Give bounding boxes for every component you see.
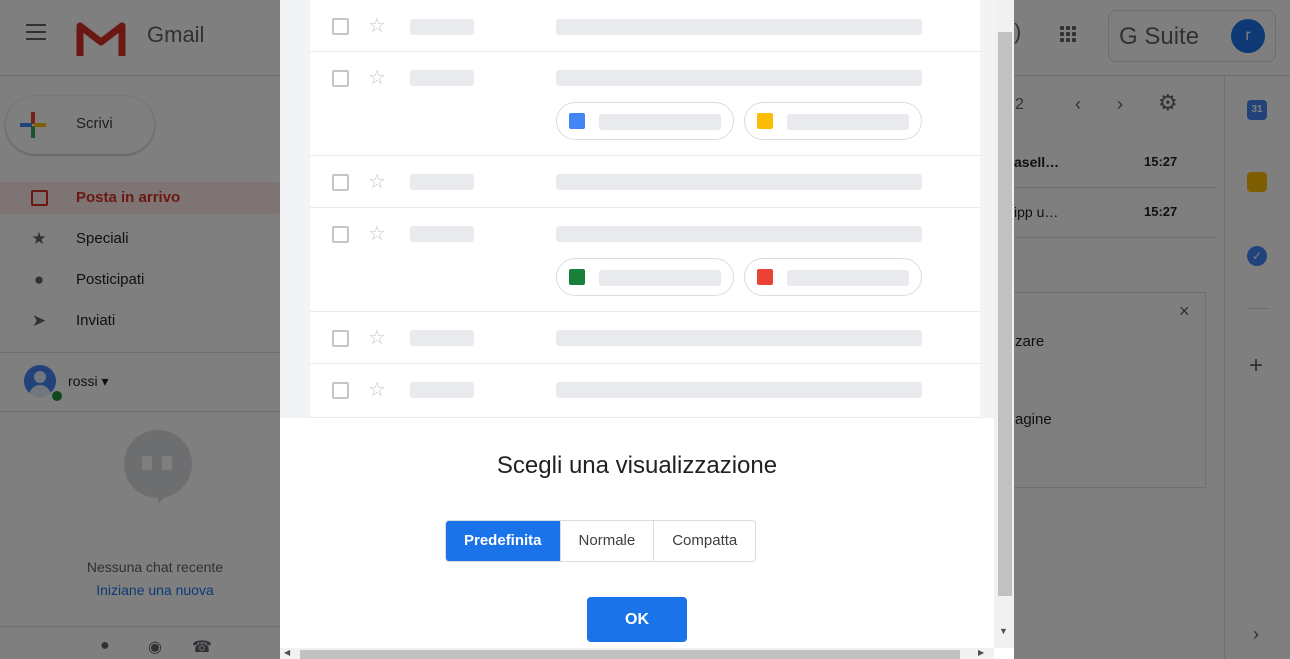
density-compact-button[interactable]: Compatta [654,521,756,561]
scroll-down-arrow-icon[interactable]: ▼ [999,626,1008,636]
vertical-scrollbar[interactable]: ▼ [994,0,1014,648]
placeholder-sender [410,174,474,190]
preview-row: ☆ [310,312,980,364]
attachment-chip [744,102,922,140]
placeholder-subject [556,174,922,190]
placeholder-subject [556,330,922,346]
placeholder-sender [410,382,474,398]
dialog-title: Scegli una visualizzazione [496,452,778,479]
density-preview: ☆ ☆ ☆ ☆ ☆ ☆ [280,0,994,418]
slides-icon [757,113,773,129]
placeholder-filename [787,114,909,130]
ok-button[interactable]: OK [587,597,687,642]
image-icon [757,269,773,285]
placeholder-filename [599,270,721,286]
attachment-chip [556,102,734,140]
horizontal-scroll-thumb[interactable] [300,650,960,659]
star-outline-icon: ☆ [368,327,386,349]
preview-row: ☆ [310,364,980,418]
density-normal-button[interactable]: Normale [560,521,655,561]
horizontal-scrollbar[interactable]: ◀ ▶ [280,648,994,659]
density-default-button[interactable]: Predefinita [446,521,561,561]
placeholder-sender [410,226,474,242]
star-outline-icon: ☆ [368,379,386,401]
vertical-scroll-thumb[interactable] [998,32,1012,596]
checkbox-icon [332,18,349,35]
placeholder-sender [410,330,474,346]
star-outline-icon: ☆ [368,15,386,37]
scroll-right-arrow-icon[interactable]: ▶ [978,648,984,657]
placeholder-subject [556,226,922,242]
star-outline-icon: ☆ [368,171,386,193]
preview-row: ☆ [310,156,980,208]
docs-icon [569,113,585,129]
attachment-chip [556,258,734,296]
checkbox-icon [332,70,349,87]
scroll-left-arrow-icon[interactable]: ◀ [284,648,290,657]
preview-list: ☆ ☆ ☆ ☆ ☆ ☆ [310,0,980,418]
checkbox-icon [332,174,349,191]
placeholder-sender [410,19,474,35]
placeholder-subject [556,382,922,398]
density-dialog: ☆ ☆ ☆ ☆ ☆ ☆ Scegli una visualizzazione P… [280,0,1014,659]
placeholder-subject [556,70,922,86]
placeholder-sender [410,70,474,86]
star-outline-icon: ☆ [368,223,386,245]
placeholder-filename [599,114,721,130]
sheets-icon [569,269,585,285]
attachment-chip [744,258,922,296]
checkbox-icon [332,382,349,399]
checkbox-icon [332,330,349,347]
star-outline-icon: ☆ [368,67,386,89]
preview-row: ☆ [310,52,980,156]
checkbox-icon [332,226,349,243]
placeholder-subject [556,19,922,35]
preview-row: ☆ [310,208,980,312]
preview-row: ☆ [310,0,980,52]
density-selector: Predefinita Normale Compatta [445,520,757,562]
placeholder-filename [787,270,909,286]
